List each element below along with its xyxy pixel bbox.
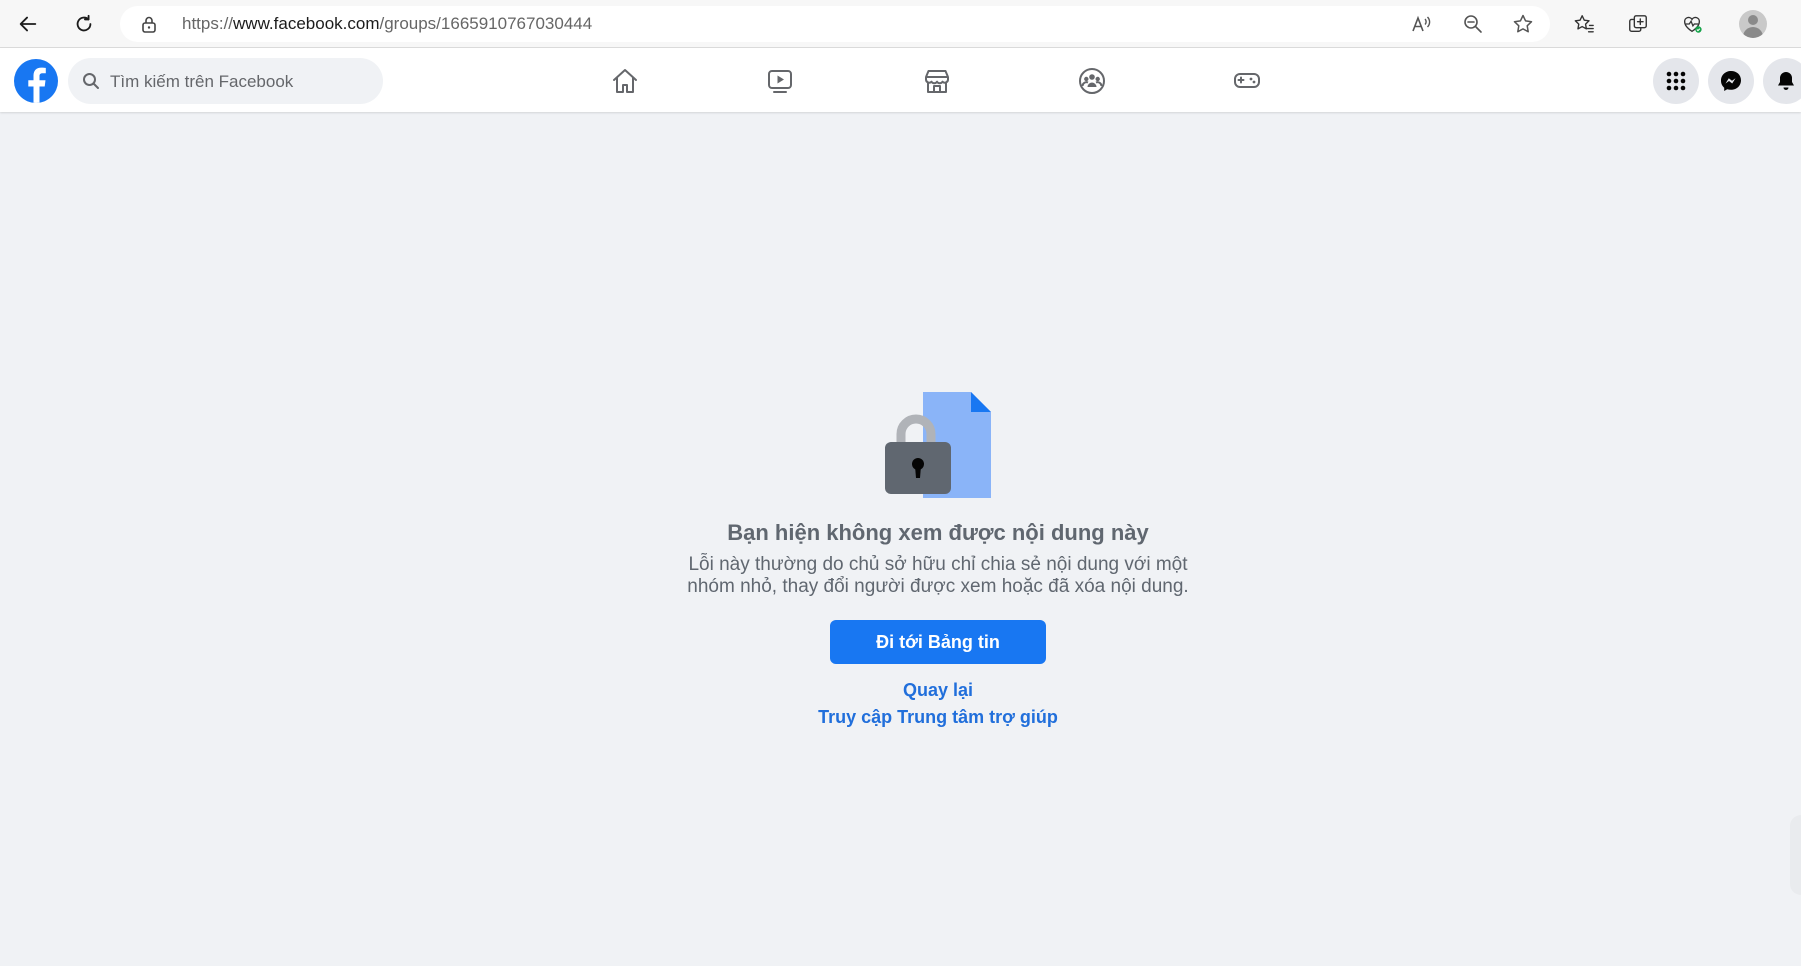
home-icon: [613, 69, 637, 93]
address-bar[interactable]: https://www.facebook.com/groups/16659107…: [120, 6, 1550, 42]
menu-button[interactable]: [1653, 58, 1699, 104]
zoom-out-icon[interactable]: [1462, 13, 1484, 35]
refresh-icon: [76, 14, 92, 32]
content-unavailable-panel: Bạn hiện không xem được nội dung này Lỗi…: [0, 112, 1801, 966]
back-icon: [19, 16, 37, 32]
back-button[interactable]: [10, 6, 46, 42]
notifications-button[interactable]: [1763, 58, 1801, 104]
tab-home[interactable]: [565, 56, 685, 106]
collections-icon: [1629, 15, 1647, 33]
search-icon: [83, 73, 99, 89]
video-icon: [768, 70, 792, 93]
tab-marketplace[interactable]: [877, 56, 997, 106]
facebook-logo-icon[interactable]: [14, 59, 58, 103]
bell-icon: [1778, 72, 1794, 90]
lock-icon[interactable]: [140, 15, 158, 33]
messenger-icon: [1721, 71, 1741, 91]
profile-icon[interactable]: [1739, 10, 1767, 38]
collections-button[interactable]: [1620, 6, 1656, 42]
read-aloud-icon[interactable]: [1410, 13, 1432, 35]
facebook-header: [0, 48, 1801, 112]
go-to-feed-button[interactable]: Đi tới Bảng tin: [830, 620, 1046, 664]
error-description: Lỗi này thường do chủ sở hữu chỉ chia sẻ…: [650, 554, 1226, 598]
groups-icon: [1079, 68, 1105, 94]
menu-grid-icon: [1666, 71, 1686, 91]
browser-essentials-button[interactable]: [1674, 6, 1710, 42]
url-text[interactable]: https://www.facebook.com/groups/16659107…: [182, 6, 592, 42]
locked-content-illustration: [885, 392, 991, 498]
help-center-link[interactable]: Truy cập Trung tâm trợ giúp: [600, 707, 1276, 728]
tab-watch[interactable]: [720, 56, 840, 106]
refresh-button[interactable]: [66, 6, 102, 42]
browser-toolbar: https://www.facebook.com/groups/16659107…: [0, 0, 1801, 48]
marketplace-icon: [925, 70, 949, 93]
error-description-line: nhóm nhỏ, thay đổi người được xem hoặc đ…: [687, 576, 1189, 597]
favorites-button[interactable]: [1566, 6, 1602, 42]
favorite-star-icon[interactable]: [1512, 13, 1534, 35]
browser-essentials-icon: [1683, 16, 1702, 33]
error-description-line: Lỗi này thường do chủ sở hữu chỉ chia sẻ…: [688, 554, 1188, 575]
tab-gaming[interactable]: [1187, 56, 1307, 106]
search-box[interactable]: [68, 58, 383, 106]
search-input[interactable]: [108, 58, 377, 106]
back-link[interactable]: Quay lại: [600, 680, 1276, 701]
gaming-icon: [1234, 73, 1260, 88]
favorites-icon: [1574, 15, 1594, 33]
error-title: Bạn hiện không xem được nội dung này: [727, 520, 1149, 545]
tab-groups[interactable]: [1032, 56, 1152, 106]
messenger-button[interactable]: [1708, 58, 1754, 104]
scroll-edge: [1790, 815, 1801, 895]
